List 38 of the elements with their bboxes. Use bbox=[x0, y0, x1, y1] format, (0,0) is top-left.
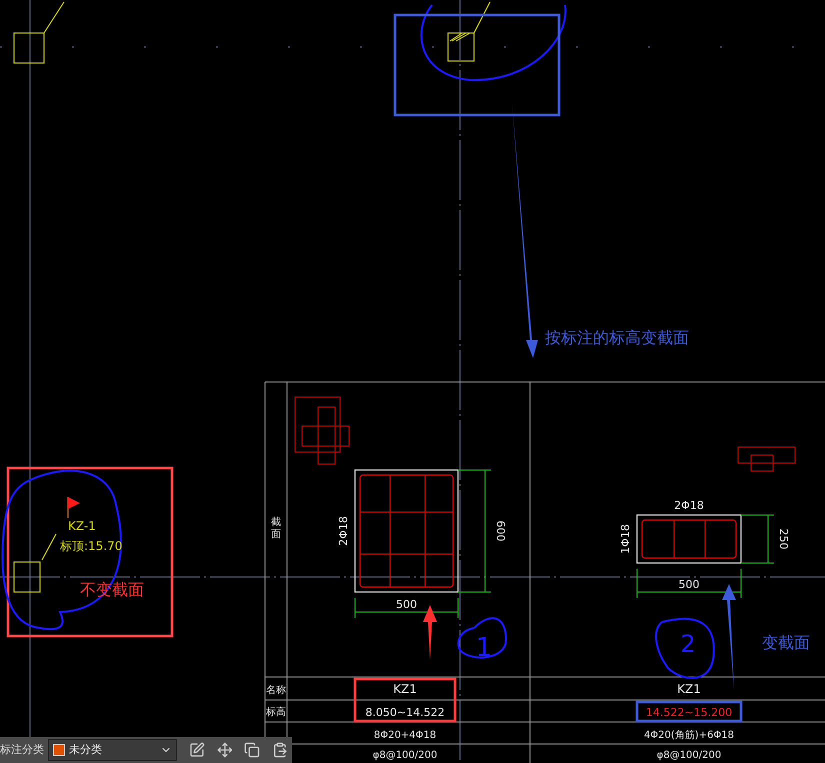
annotation-note: 按标注的标高变截面 bbox=[545, 328, 689, 347]
edit-icon[interactable] bbox=[188, 742, 205, 758]
move-icon[interactable] bbox=[216, 742, 232, 758]
column-name: KZ1 bbox=[677, 682, 701, 696]
stirrup-icon bbox=[738, 446, 796, 472]
category-dropdown[interactable]: 未分类 bbox=[48, 739, 177, 761]
row-header: 名称 bbox=[266, 685, 286, 696]
row-header: 截 bbox=[271, 517, 281, 528]
column-marker bbox=[448, 2, 490, 62]
stirrup-spec: φ8@100/200 bbox=[372, 750, 438, 761]
color-swatch-icon bbox=[53, 744, 65, 756]
rebar-label: 2Φ18 bbox=[674, 499, 704, 512]
dimension-label: 250 bbox=[777, 528, 790, 550]
elevation-range: 8.050~14.522 bbox=[365, 706, 445, 719]
dimension-label: 500 bbox=[678, 578, 700, 591]
column-name: KZ1 bbox=[393, 682, 417, 696]
dimension-label: 500 bbox=[396, 598, 417, 611]
rebar-label: 1Φ18 bbox=[619, 524, 632, 554]
column-marker bbox=[14, 2, 64, 64]
toolbar-label: 标注分类 bbox=[0, 742, 44, 758]
handwritten-number: 1 bbox=[476, 633, 492, 663]
handwritten-number: 2 bbox=[680, 630, 696, 658]
annotation-note: 变截面 bbox=[762, 633, 810, 652]
rebar-label: 2Φ18 bbox=[337, 516, 350, 546]
rebar-spec: 4Φ20(角筋)+6Φ18 bbox=[644, 730, 734, 741]
column-marker bbox=[14, 534, 56, 592]
column-label: KZ-1 bbox=[68, 519, 96, 533]
elevation-range: 14.522~15.200 bbox=[646, 706, 732, 719]
copy-icon[interactable] bbox=[244, 742, 260, 758]
dimension-label: 600 bbox=[494, 520, 507, 542]
rebar-spec: 8Φ20+4Φ18 bbox=[374, 730, 436, 741]
row-header: 标高 bbox=[266, 707, 286, 718]
height-dimension bbox=[740, 514, 774, 564]
flag-icon bbox=[67, 497, 80, 518]
stirrup-icon bbox=[294, 396, 350, 464]
stirrup-spec: φ8@100/200 bbox=[656, 750, 722, 761]
paste-icon[interactable] bbox=[272, 742, 288, 758]
row-header: 面 bbox=[271, 529, 281, 540]
